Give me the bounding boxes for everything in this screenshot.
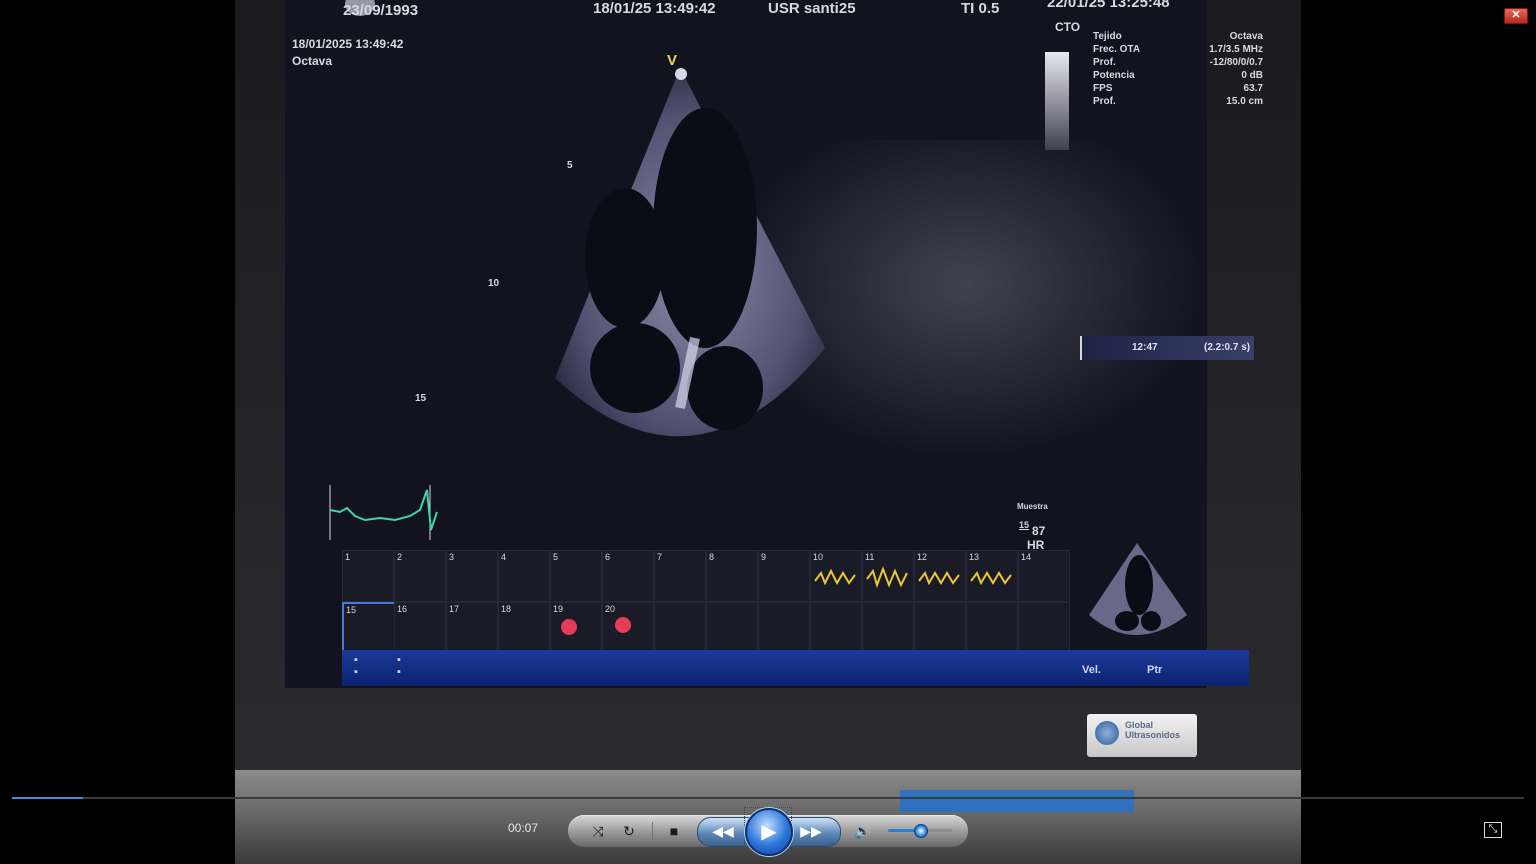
next-icon: ▶▶ xyxy=(800,823,822,839)
ultrasound-screen: 23/09/1993 18/01/25 13:49:42 USR santi25… xyxy=(285,0,1263,688)
preset-label: Octava xyxy=(292,54,333,68)
mute-button[interactable]: 🔊 xyxy=(852,820,874,842)
vel-label: Vel. xyxy=(1082,664,1101,676)
seek-bar[interactable] xyxy=(12,797,1524,799)
thumbnail[interactable]: 8 xyxy=(706,550,758,602)
thumbnail[interactable]: 13 xyxy=(966,550,1018,602)
scanner-bottom-bar: ▪ ▪ ▪ ▪ Vel. Ptr xyxy=(342,650,1249,686)
repeat-button[interactable]: ↻ xyxy=(618,820,640,842)
divider xyxy=(652,822,653,840)
thumbnail-empty xyxy=(862,602,914,654)
cine-range: (2.2:0.7 s) xyxy=(1204,342,1251,353)
thumbnail-selected[interactable]: 15 xyxy=(342,602,396,656)
depth-mark: 10 xyxy=(488,278,500,289)
thumbnail[interactable]: 5 xyxy=(550,550,602,602)
ti-label: TI 0.5 xyxy=(961,0,1000,17)
switch-to-library-button[interactable]: ⤡ xyxy=(1484,822,1502,838)
image-time: 18/01/2025 13:49:42 xyxy=(292,37,404,51)
play-button[interactable]: ▶ xyxy=(745,808,793,856)
cine-time: 12:47 xyxy=(1132,342,1158,353)
thumbnail-empty xyxy=(810,602,862,654)
cine-loop-bar: 12:47 (2.2:0.7 s) xyxy=(1080,336,1254,360)
repeat-icon: ↻ xyxy=(623,823,635,839)
thumbnail[interactable]: 14 xyxy=(1018,550,1070,602)
thumbnail-empty xyxy=(1018,602,1070,654)
thumbnail-empty xyxy=(758,602,810,654)
reference-view-image xyxy=(1089,543,1187,635)
thumbnail[interactable]: 17 xyxy=(446,602,498,654)
thumbnail[interactable]: 6 xyxy=(602,550,654,602)
thumbnail[interactable]: 18 xyxy=(498,602,550,654)
stop-button[interactable]: ■ xyxy=(663,820,685,842)
thumbnail[interactable]: 11 xyxy=(862,550,914,602)
manufacturer-badge: Global Ultrasonidos xyxy=(1087,714,1197,757)
thumbnail-empty xyxy=(966,602,1018,654)
parameter-panel: Tejido Octava Frec. OTA 1.7/3.5 MHz Prof. -… xyxy=(1093,30,1263,108)
exam-time: 18/01/25 13:49:42 xyxy=(593,0,716,17)
param-row: Potencia 0 dB xyxy=(1093,70,1263,81)
play-icon: ▶ xyxy=(761,821,777,843)
thumbnail[interactable]: 19 xyxy=(550,602,602,654)
thumbnail[interactable]: 9 xyxy=(758,550,810,602)
ptr-label: Ptr xyxy=(1147,664,1163,676)
hr-value: 87 xyxy=(1032,524,1046,538)
thumbnail-empty xyxy=(706,602,758,654)
thumbnail[interactable]: 2 xyxy=(394,550,446,602)
date-right: 22/01/25 13:25:48 xyxy=(1047,0,1170,11)
badge-text: Global Ultrasonidos xyxy=(1125,720,1181,740)
patient-dob: 23/09/1993 xyxy=(343,2,419,19)
next-button[interactable]: ▶▶ xyxy=(800,820,822,842)
shuffle-icon: ⤨ xyxy=(592,823,604,839)
shuffle-button[interactable]: ⤨ xyxy=(587,820,609,842)
thumbnail[interactable]: 10 xyxy=(810,550,862,602)
globe-icon xyxy=(1095,721,1119,745)
thumbnail[interactable]: 16 xyxy=(394,602,446,654)
volume-slider-thumb[interactable] xyxy=(914,824,928,838)
thumbnail-empty xyxy=(914,602,966,654)
thumbnail[interactable]: 1 xyxy=(342,550,394,602)
probe-marker: V xyxy=(667,52,678,69)
echo-sector-image xyxy=(555,68,825,437)
scale-label: CTO xyxy=(1055,20,1081,34)
thumbnail[interactable]: 4 xyxy=(498,550,550,602)
param-row: Prof. -12/80/0/0.7 xyxy=(1093,57,1263,68)
thumbnail-empty xyxy=(654,602,706,654)
blue-strip xyxy=(900,790,1134,812)
ecg-trace xyxy=(329,485,438,540)
thumbnail[interactable]: 20 xyxy=(602,602,654,654)
grayscale-bar xyxy=(1045,52,1069,150)
muestra-label: Muestra xyxy=(1017,502,1048,511)
thumbnail[interactable]: 12 xyxy=(914,550,966,602)
switch-to-library-icon: ⤡ xyxy=(1488,823,1498,835)
user-label: USR santi25 xyxy=(768,0,856,17)
depth-mark: 5 xyxy=(567,160,573,171)
close-button[interactable]: ✕ xyxy=(1504,8,1528,24)
param-row: Prof. 15.0 cm xyxy=(1093,96,1263,107)
thumbnail[interactable]: 3 xyxy=(446,550,498,602)
thumbnail-strip: 1 2 3 4 5 6 7 8 9 10 11 12 13 14 15 16 1… xyxy=(342,545,1070,656)
bottom-bar-icons: ▪ ▪ ▪ ▪ xyxy=(354,654,419,678)
thumbnail[interactable]: 7 xyxy=(654,550,706,602)
param-row: FPS 63.7 xyxy=(1093,83,1263,94)
param-row: Tejido Octava xyxy=(1093,31,1263,42)
depth-mark: 15 xyxy=(415,393,427,404)
muestra-value: 15 xyxy=(1019,520,1030,530)
close-icon: ✕ xyxy=(1511,9,1521,21)
previous-icon: ◀◀ xyxy=(712,823,734,839)
elapsed-time: 00:07 xyxy=(508,821,539,835)
seek-bar-progress xyxy=(12,797,84,799)
previous-button[interactable]: ◀◀ xyxy=(712,820,734,842)
volume-icon: 🔊 xyxy=(854,823,872,839)
stop-icon: ■ xyxy=(669,823,679,839)
param-row: Frec. OTA 1.7/3.5 MHz xyxy=(1093,44,1263,55)
video-frame[interactable]: 23/09/1993 18/01/25 13:49:42 USR santi25… xyxy=(235,0,1301,864)
